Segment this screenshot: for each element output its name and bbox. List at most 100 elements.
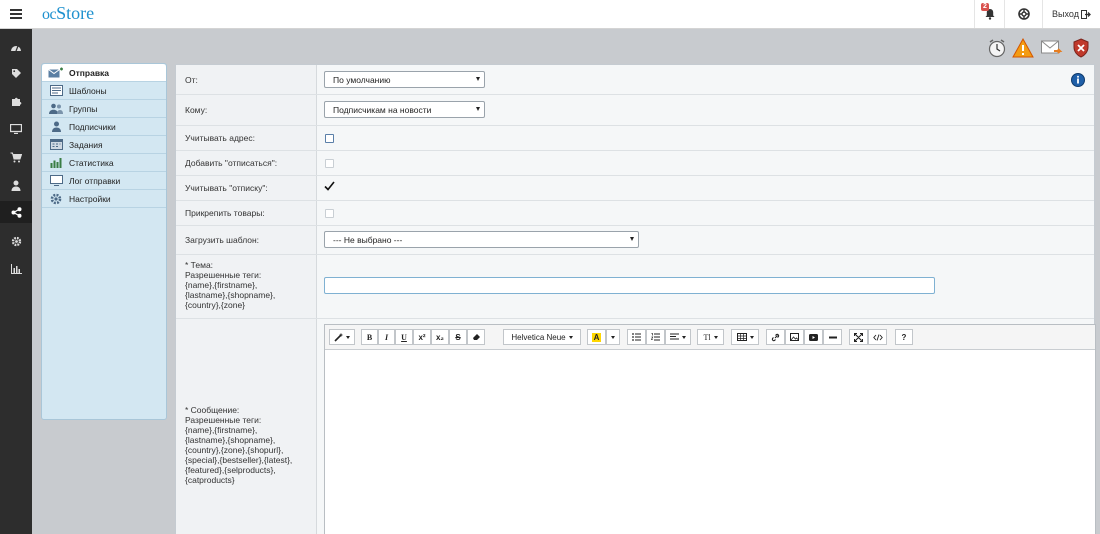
unsub-count-checkbox[interactable] xyxy=(324,181,335,191)
video-icon xyxy=(809,333,818,341)
nav-catalog[interactable] xyxy=(0,62,32,84)
notifications-button[interactable]: 2 xyxy=(974,0,1004,28)
unsub-add-checkbox[interactable] xyxy=(325,159,334,168)
sign-out-icon xyxy=(1080,9,1091,19)
nav-system[interactable] xyxy=(0,230,32,252)
send-button[interactable] xyxy=(1040,37,1064,59)
unordered-list-button[interactable] xyxy=(627,329,646,345)
image-button[interactable] xyxy=(785,329,804,345)
address-checkbox[interactable] xyxy=(325,134,334,143)
subnav-item-send-log[interactable]: Лог отправки xyxy=(42,172,166,190)
color-dropdown-button[interactable] xyxy=(606,329,620,345)
menu-toggle-button[interactable] xyxy=(0,0,31,28)
schedule-button[interactable] xyxy=(985,37,1009,59)
to-select[interactable]: Подписчикам на новости xyxy=(324,101,485,118)
align-left-icon xyxy=(670,333,679,340)
subnav-item-label: Подписчики xyxy=(69,121,116,132)
text-color-button[interactable]: A xyxy=(587,329,606,345)
fullscreen-button[interactable] xyxy=(849,329,868,345)
template-select[interactable]: --- Не выбрано --- xyxy=(324,231,639,248)
nav-marketing[interactable] xyxy=(0,201,32,223)
hamburger-icon xyxy=(9,9,22,19)
chevron-down-icon xyxy=(476,77,480,81)
subnav-item-label: Шаблоны xyxy=(69,85,107,96)
monitor-icon xyxy=(10,124,22,134)
template-select-value: --- Не выбрано --- xyxy=(333,234,403,245)
link-button[interactable] xyxy=(766,329,785,345)
info-icon[interactable] xyxy=(1071,73,1085,87)
subnav-item-statistics[interactable]: Статистика xyxy=(42,154,166,172)
underline-button[interactable]: U xyxy=(395,329,413,345)
style-button[interactable] xyxy=(329,329,355,345)
subnav-item-label: Статистика xyxy=(69,157,114,168)
editor-content-area[interactable] xyxy=(325,351,1095,534)
newsletter-subnav: Отправка Шаблоны Группы Подписчики Задан… xyxy=(41,63,167,420)
magic-wand-icon xyxy=(334,333,343,342)
horizontal-rule-button[interactable] xyxy=(823,329,842,345)
logout-label: Выход xyxy=(1052,9,1079,19)
expand-icon xyxy=(854,332,863,342)
lifebuoy-icon xyxy=(1017,8,1030,20)
attach-products-checkbox[interactable] xyxy=(325,209,334,218)
warning-icon xyxy=(1012,38,1034,58)
table-icon xyxy=(736,333,747,341)
address-label: Учитывать адрес: xyxy=(185,133,255,143)
help-button[interactable]: ? xyxy=(895,329,913,345)
users-icon xyxy=(49,103,63,114)
subnav-item-subscribers[interactable]: Подписчики xyxy=(42,118,166,136)
warning-button[interactable] xyxy=(1011,37,1035,59)
subnav-item-label: Лог отправки xyxy=(69,175,121,186)
subnav-item-label: Настройки xyxy=(69,193,111,204)
message-editor: B I U x² x₂ S Helvetica Neue A Tl ? xyxy=(324,324,1096,534)
subnav-item-tasks[interactable]: Задания xyxy=(42,136,166,154)
user-icon xyxy=(11,180,21,191)
subnav-item-send[interactable]: Отправка xyxy=(42,64,166,82)
subnav-item-settings[interactable]: Настройки xyxy=(42,190,166,208)
eraser-icon xyxy=(472,334,480,340)
subnav-item-label: Задания xyxy=(69,139,103,150)
cancel-button[interactable] xyxy=(1069,37,1093,59)
bold-button[interactable]: B xyxy=(361,329,378,345)
subnav-item-templates[interactable]: Шаблоны xyxy=(42,82,166,100)
code-icon xyxy=(872,333,883,341)
nav-dashboard[interactable] xyxy=(0,36,32,58)
nav-sales[interactable] xyxy=(0,146,32,168)
attach-products-label: Прикрепить товары: xyxy=(185,208,265,218)
logout-button[interactable]: Выход xyxy=(1042,0,1100,28)
user-icon xyxy=(51,121,61,132)
clear-format-button[interactable] xyxy=(467,329,485,345)
paragraph-align-button[interactable] xyxy=(665,329,691,345)
main-sidebar xyxy=(0,29,32,534)
ordered-list-button[interactable] xyxy=(646,329,665,345)
subject-input[interactable] xyxy=(324,277,935,294)
clock-icon xyxy=(988,39,1006,58)
gear-icon xyxy=(11,236,21,246)
subnav-item-label: Группы xyxy=(69,103,98,114)
list-ol-icon xyxy=(651,333,660,341)
subnav-item-groups[interactable]: Группы xyxy=(42,100,166,118)
subscript-button[interactable]: x₂ xyxy=(431,329,449,345)
font-family-select[interactable]: Helvetica Neue xyxy=(503,329,581,345)
table-button[interactable] xyxy=(731,329,759,345)
nav-customers[interactable] xyxy=(0,174,32,196)
italic-button[interactable]: I xyxy=(378,329,395,345)
nav-design[interactable] xyxy=(0,118,32,140)
help-button[interactable] xyxy=(1004,0,1042,28)
code-view-button[interactable] xyxy=(868,329,887,345)
logo-name: Store xyxy=(56,3,95,23)
superscript-button[interactable]: x² xyxy=(413,329,431,345)
unsub-add-label: Добавить "отписаться": xyxy=(185,158,278,168)
from-select[interactable]: По умолчанию xyxy=(324,71,485,88)
notification-badge: 2 xyxy=(981,3,989,11)
tasks-icon xyxy=(49,139,63,150)
nav-extensions[interactable] xyxy=(0,90,32,112)
unsub-count-label: Учитывать "отписку": xyxy=(185,183,268,193)
strikethrough-button[interactable]: S xyxy=(449,329,467,345)
list-ul-icon xyxy=(632,333,641,341)
video-button[interactable] xyxy=(804,329,823,345)
font-size-button[interactable]: Tl xyxy=(697,329,724,345)
logo[interactable]: ocStore xyxy=(42,3,94,24)
send-form-panel: От: По умолчанию Кому: Подписчикам на но… xyxy=(175,64,1096,534)
nav-reports[interactable] xyxy=(0,258,32,280)
puzzle-icon xyxy=(11,97,21,106)
